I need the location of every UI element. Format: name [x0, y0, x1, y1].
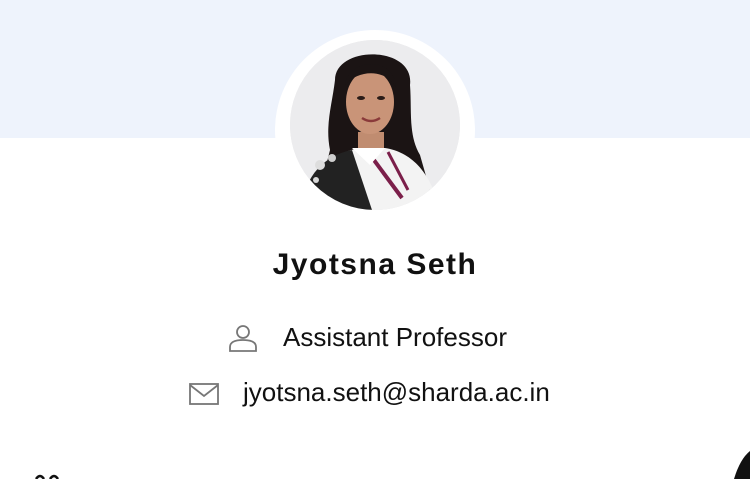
profile-title: Assistant Professor: [283, 322, 507, 352]
profile-name: Jyotsna Seth: [272, 248, 478, 281]
partial-glyph-icon: [34, 474, 60, 479]
email-row: jyotsna.seth@sharda.ac.in: [0, 372, 750, 412]
avatar-photo: [290, 40, 460, 210]
profile-email[interactable]: jyotsna.seth@sharda.ac.in: [243, 372, 550, 412]
person-icon: [228, 323, 258, 358]
avatar: [290, 40, 460, 210]
partial-shape-icon: [734, 451, 750, 479]
mail-icon: [189, 383, 219, 410]
profile-card: Jyotsna Seth Assistant Professor jyotsna…: [0, 0, 750, 479]
title-row: Assistant Professor: [0, 317, 750, 357]
